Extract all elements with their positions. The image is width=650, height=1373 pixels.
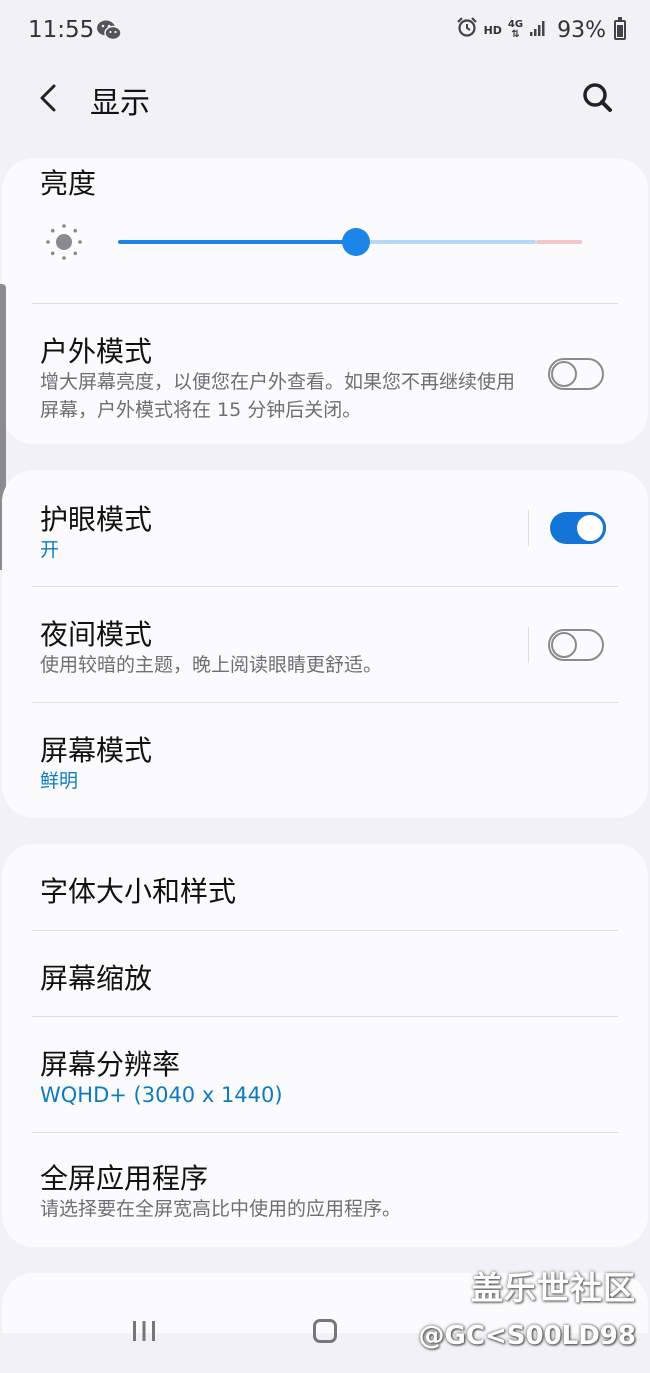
screen-mode-row[interactable]: 屏幕模式 鲜明 (2, 703, 648, 818)
night-mode-row[interactable]: 夜间模式 使用较暗的主题，晚上阅读眼睛更舒适。 (2, 587, 648, 703)
screen-mode-title: 屏幕模式 (40, 734, 153, 767)
outdoor-mode-title: 户外模式 (40, 335, 153, 368)
recents-icon[interactable] (131, 1319, 157, 1343)
watermark-handle: @GC<S00LD98 (418, 1321, 636, 1351)
eye-comfort-title: 护眼模式 (40, 503, 153, 536)
slider-thumb[interactable] (342, 228, 370, 256)
screen-resolution-value: WQHD+ (3040 x 1440) (40, 1083, 283, 1107)
sun-icon (44, 222, 84, 266)
eye-comfort-toggle[interactable] (550, 512, 606, 544)
slider-track-high (536, 240, 582, 244)
night-mode-title: 夜间模式 (40, 618, 153, 651)
eye-comfort-row[interactable]: 护眼模式 开 (2, 470, 648, 586)
alarm-icon (456, 16, 478, 44)
page-title: 显示 (90, 86, 150, 121)
font-size-style-row[interactable]: 字体大小和样式 (2, 844, 648, 930)
screen-resolution-row[interactable]: 屏幕分辨率 WQHD+ (3040 x 1440) (2, 1017, 648, 1132)
home-icon[interactable] (313, 1319, 337, 1343)
battery-icon (614, 17, 626, 40)
divider (528, 627, 529, 663)
slider-track-active (118, 240, 356, 244)
wechat-icon (96, 18, 122, 42)
card-eye-night-screen: 护眼模式 开 夜间模式 使用较暗的主题，晚上阅读眼睛更舒适。 屏幕模式 鲜明 (2, 470, 648, 818)
font-size-style-title: 字体大小和样式 (40, 875, 237, 908)
network-type: 4G (507, 19, 524, 30)
eye-comfort-status: 开 (40, 539, 60, 561)
divider (528, 510, 529, 546)
full-screen-apps-description: 请选择要在全屏宽高比中使用的应用程序。 (40, 1198, 402, 1220)
brightness-slider[interactable] (118, 224, 582, 260)
full-screen-apps-title: 全屏应用程序 (40, 1162, 209, 1195)
network-label: 4G ⇅ (507, 19, 524, 40)
outdoor-mode-description: 增大屏幕亮度，以便您在户外查看。如果您不再继续使用屏幕，户外模式将在 15 分钟… (40, 371, 516, 421)
screen-mode-value: 鲜明 (40, 770, 79, 792)
screen-zoom-row[interactable]: 屏幕缩放 (2, 931, 648, 1017)
outdoor-mode-toggle[interactable] (548, 358, 604, 390)
night-mode-description: 使用较暗的主题，晚上阅读眼睛更舒适。 (40, 654, 383, 676)
brightness-title: 亮度 (40, 167, 97, 200)
search-icon[interactable] (576, 76, 620, 120)
back-icon[interactable] (30, 76, 70, 120)
full-screen-apps-row[interactable]: 全屏应用程序 请选择要在全屏宽高比中使用的应用程序。 (2, 1133, 648, 1247)
app-bar: 显示 (0, 62, 650, 134)
battery-percent: 93% (557, 17, 606, 43)
card-font-zoom-resolution: 字体大小和样式 屏幕缩放 屏幕分辨率 WQHD+ (3040 x 1440) 全… (2, 844, 648, 1247)
watermark-title: 盖乐世社区 (470, 1269, 636, 1307)
slider-track-inactive (356, 240, 536, 244)
card-brightness: 亮度 户外模式 增大屏幕亮度，以便您在户外查看。如果您不再继续使用屏幕，户外模式… (2, 158, 648, 444)
hd-label: HD (483, 23, 502, 37)
screen-resolution-title: 屏幕分辨率 (40, 1048, 181, 1081)
night-mode-toggle[interactable] (548, 629, 604, 661)
status-bar: 11:55 HD 4G ⇅ 93% (0, 0, 650, 62)
status-time: 11:55 (28, 17, 95, 43)
outdoor-mode-row[interactable]: 户外模式 增大屏幕亮度，以便您在户外查看。如果您不再继续使用屏幕，户外模式将在 … (2, 304, 648, 444)
screen-zoom-title: 屏幕缩放 (40, 962, 153, 995)
signal-icon (529, 18, 547, 43)
